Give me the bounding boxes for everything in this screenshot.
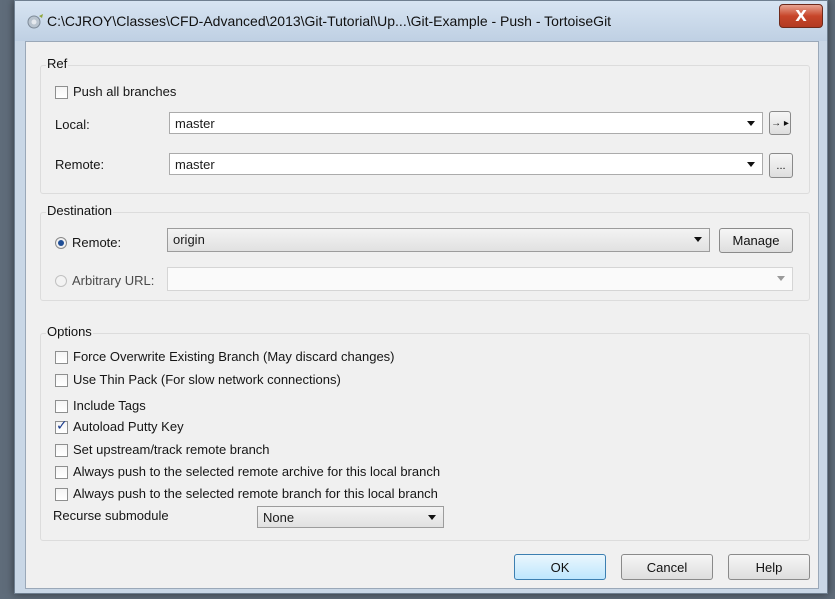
- arrow-right-icon: → ▸: [771, 117, 789, 129]
- title-bar[interactable]: C:\CJROY\Classes\CFD-Advanced\2013\Git-T…: [15, 1, 827, 41]
- chevron-down-icon: [428, 515, 436, 520]
- ellipsis-icon: ...: [776, 159, 786, 172]
- arbitrary-url-combo[interactable]: [167, 267, 793, 291]
- tortoisegit-icon: [27, 14, 43, 29]
- help-button-label: Help: [755, 559, 783, 575]
- remote-branch-browse-button[interactable]: ...: [769, 153, 793, 178]
- force-overwrite-label[interactable]: Force Overwrite Existing Branch (May dis…: [73, 349, 395, 364]
- cancel-button-label: Cancel: [646, 559, 688, 575]
- local-branch-combo[interactable]: master: [169, 112, 763, 134]
- recurse-submodule-combo[interactable]: None: [257, 506, 444, 528]
- cancel-button[interactable]: Cancel: [621, 554, 713, 580]
- always-push-remote-archive-label[interactable]: Always push to the selected remote archi…: [73, 464, 440, 479]
- recurse-submodule-label: Recurse submodule: [53, 508, 169, 523]
- manage-button-label: Manage: [732, 233, 780, 248]
- force-overwrite-checkbox[interactable]: [55, 351, 68, 364]
- always-push-remote-archive-checkbox[interactable]: [55, 466, 68, 479]
- arbitrary-url-radio[interactable]: [55, 275, 67, 287]
- autoload-putty-key-checkbox[interactable]: [55, 418, 68, 434]
- manage-button[interactable]: Manage: [719, 228, 793, 253]
- recurse-submodule-value: None: [263, 510, 295, 525]
- remote-branch-value: master: [175, 157, 215, 172]
- dialog-body: Ref Push all branches Local: master → ▸ …: [25, 41, 819, 589]
- local-label: Local:: [55, 117, 90, 132]
- ref-group-label: Ref: [46, 56, 69, 71]
- push-all-branches-label[interactable]: Push all branches: [73, 84, 176, 99]
- close-button[interactable]: X: [779, 4, 823, 28]
- destination-group-label: Destination: [46, 203, 114, 218]
- local-branch-value: master: [175, 116, 215, 131]
- chevron-down-icon: [694, 237, 702, 242]
- include-tags-label[interactable]: Include Tags: [73, 398, 146, 413]
- always-push-remote-branch-label[interactable]: Always push to the selected remote branc…: [73, 486, 438, 501]
- thin-pack-checkbox[interactable]: [55, 374, 68, 387]
- destination-remote-value: origin: [173, 232, 205, 247]
- options-group-label: Options: [46, 324, 93, 339]
- push-dialog-window: C:\CJROY\Classes\CFD-Advanced\2013\Git-T…: [14, 0, 828, 594]
- ok-button[interactable]: OK: [514, 554, 606, 580]
- destination-remote-radio[interactable]: [55, 237, 67, 249]
- local-branch-more-button[interactable]: → ▸: [769, 111, 791, 135]
- push-all-branches-checkbox[interactable]: [55, 86, 68, 99]
- include-tags-checkbox[interactable]: [55, 400, 68, 413]
- destination-remote-label[interactable]: Remote:: [72, 235, 121, 250]
- set-upstream-checkbox[interactable]: [55, 444, 68, 457]
- arbitrary-url-label[interactable]: Arbitrary URL:: [72, 273, 154, 288]
- autoload-putty-key-label[interactable]: Autoload Putty Key: [73, 419, 184, 434]
- ok-button-label: OK: [550, 559, 570, 575]
- chevron-down-icon: [777, 276, 785, 281]
- chevron-down-icon: [747, 162, 755, 167]
- thin-pack-label[interactable]: Use Thin Pack (For slow network connecti…: [73, 372, 341, 387]
- help-button[interactable]: Help: [728, 554, 810, 580]
- remote-branch-label: Remote:: [55, 157, 105, 172]
- always-push-remote-branch-checkbox[interactable]: [55, 488, 68, 501]
- set-upstream-label[interactable]: Set upstream/track remote branch: [73, 442, 270, 457]
- window-title: C:\CJROY\Classes\CFD-Advanced\2013\Git-T…: [47, 13, 612, 29]
- remote-branch-combo[interactable]: master: [169, 153, 763, 175]
- chevron-down-icon: [747, 121, 755, 126]
- close-icon: X: [795, 7, 807, 25]
- destination-remote-combo[interactable]: origin: [167, 228, 710, 252]
